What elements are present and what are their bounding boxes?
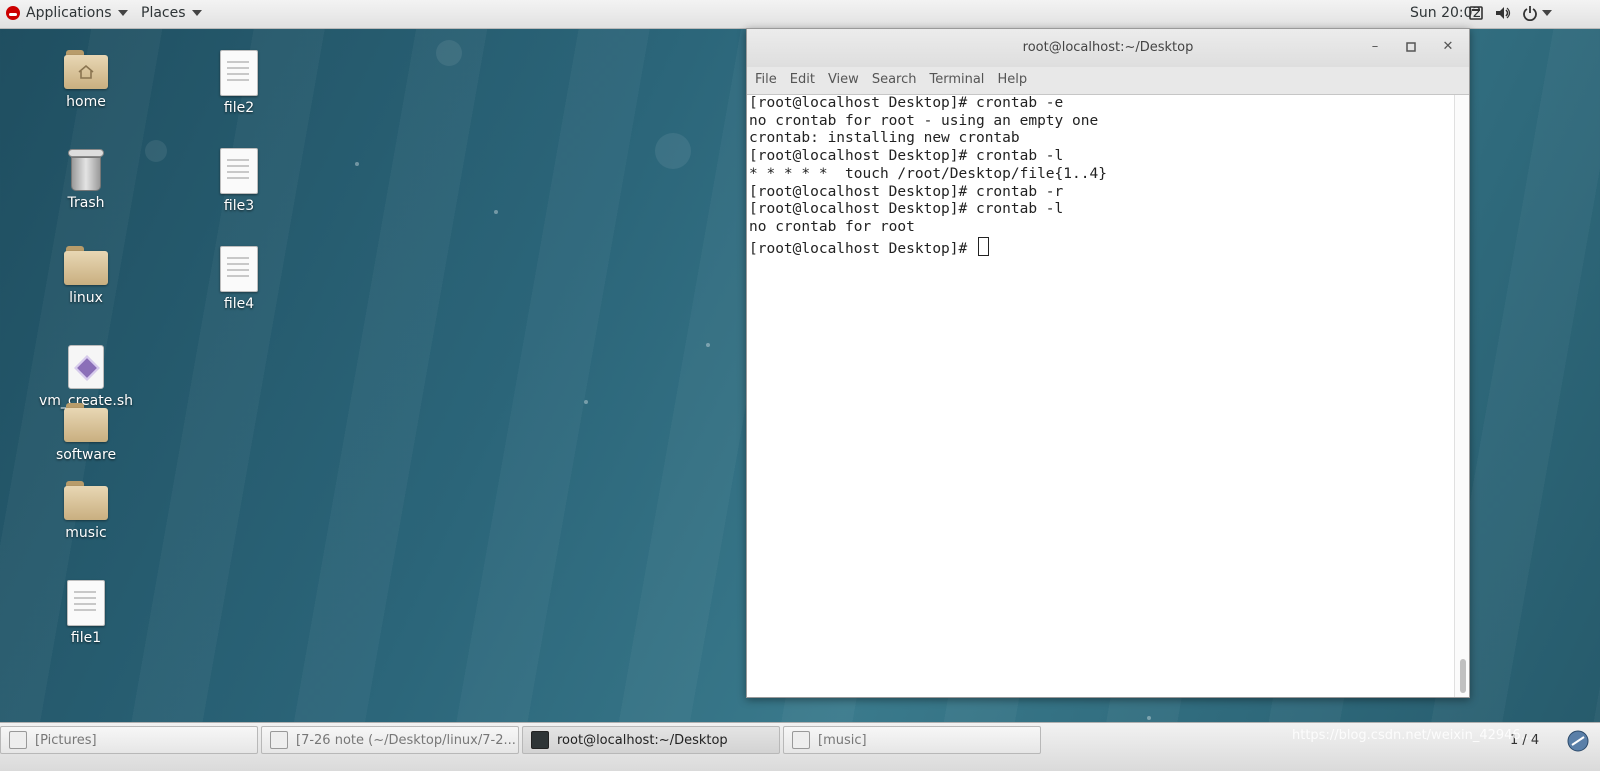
menu-edit[interactable]: Edit — [790, 67, 822, 94]
task-terminal[interactable]: root@localhost:~/Desktop — [522, 726, 780, 754]
window-title: root@localhost:~/Desktop — [1022, 40, 1194, 55]
task-label: [Pictures] — [35, 732, 97, 748]
terminal-line: no crontab for root — [749, 218, 915, 235]
redhat-logo-icon — [6, 6, 20, 20]
wallpaper-bokeh — [655, 133, 691, 169]
document-icon — [220, 50, 258, 96]
document-icon — [220, 246, 258, 292]
applications-menu[interactable]: Applications — [6, 5, 128, 21]
wallpaper-dot — [355, 162, 359, 166]
task-music[interactable]: [music] — [783, 726, 1041, 754]
desktop-icon-label: linux — [69, 290, 103, 306]
applications-label: Applications — [26, 5, 112, 21]
places-label: Places — [141, 5, 186, 21]
wallpaper-bokeh — [436, 40, 462, 66]
task-pictures[interactable]: [Pictures] — [0, 726, 258, 754]
screen-icon[interactable] — [1468, 5, 1484, 21]
folder-icon — [64, 481, 108, 521]
task-label: root@localhost:~/Desktop — [557, 732, 728, 748]
desktop-icon-trash[interactable]: Trash — [36, 147, 136, 211]
terminal-line: [root@localhost Desktop]# crontab -l — [749, 148, 1064, 165]
chevron-down-icon — [1542, 10, 1552, 16]
desktop-icon-label: file3 — [223, 198, 255, 214]
task-label: [music] — [818, 732, 867, 748]
trash-icon — [68, 147, 104, 191]
folder-icon — [64, 403, 108, 443]
power-icon[interactable] — [1522, 5, 1552, 21]
terminal-line: crontab: installing new crontab — [749, 130, 1020, 147]
scrollbar-thumb[interactable] — [1460, 659, 1466, 693]
terminal-icon — [531, 731, 549, 749]
desktop-icon-file3[interactable]: file3 — [189, 148, 289, 214]
desktop-icon-label: file4 — [223, 296, 255, 312]
top-bar: Applications Places Sun 20:02 — [0, 0, 1600, 29]
terminal-line: [root@localhost Desktop]# crontab -l — [749, 201, 1064, 218]
chevron-down-icon — [117, 10, 128, 16]
places-menu[interactable]: Places — [141, 5, 202, 21]
terminal-prompt: [root@localhost Desktop]# — [749, 240, 976, 257]
wallpaper-dot — [494, 210, 498, 214]
wallpaper-dot — [1147, 716, 1151, 720]
desktop-icon-label: file2 — [223, 100, 255, 116]
desktop-icon-file2[interactable]: file2 — [189, 50, 289, 116]
wallpaper-dot — [706, 343, 710, 347]
task-label: [7-26 note (~/Desktop/linux/7-2... — [296, 732, 516, 748]
desktop-icon-linux[interactable]: linux — [36, 246, 136, 306]
wallpaper-bokeh — [145, 140, 167, 162]
terminal-line: * * * * * touch /root/Desktop/file{1..4} — [749, 165, 1107, 182]
close-icon[interactable]: ✕ — [1440, 39, 1456, 55]
text-editor-icon — [270, 731, 288, 749]
menu-help[interactable]: Help — [997, 67, 1034, 94]
menu-terminal[interactable]: Terminal — [929, 67, 991, 94]
desktop-icon-label: Trash — [67, 195, 105, 211]
desktop-icon-vm-create[interactable]: vm_create.sh — [36, 345, 136, 409]
menu-file[interactable]: File — [755, 67, 784, 94]
desktop-icon-label: file1 — [70, 630, 102, 646]
menu-view[interactable]: View — [828, 67, 866, 94]
maximize-icon[interactable] — [1403, 39, 1419, 55]
text-cursor — [977, 236, 989, 256]
window-titlebar[interactable]: root@localhost:~/Desktop – ✕ — [747, 29, 1469, 67]
desktop-icon-music[interactable]: music — [36, 481, 136, 541]
desktop-icon-label: home — [66, 94, 106, 110]
desktop-icon-file1[interactable]: file1 — [36, 580, 136, 646]
folder-icon — [64, 246, 108, 286]
terminal-prompt-line: [root@localhost Desktop]# — [749, 236, 1455, 259]
desktop-icon-label: music — [65, 525, 107, 541]
chevron-down-icon — [191, 10, 202, 16]
document-icon — [220, 148, 258, 194]
minimize-icon[interactable]: – — [1367, 39, 1383, 55]
terminal-line: [root@localhost Desktop]# crontab -r — [749, 183, 1064, 200]
file-manager-icon — [9, 731, 27, 749]
terminal-output[interactable]: [root@localhost Desktop]# crontab -e no c… — [747, 95, 1455, 697]
watermark: https://blog.csdn.net/weixin_42946... — [1292, 728, 1534, 743]
task-note[interactable]: [7-26 note (~/Desktop/linux/7-2... — [261, 726, 519, 754]
desktop-icon-home[interactable]: home — [36, 50, 136, 110]
desktop-icon-file4[interactable]: file4 — [189, 246, 289, 312]
terminal-menubar: File Edit View Search Terminal Help — [747, 67, 1469, 95]
scrollbar[interactable] — [1454, 95, 1469, 697]
menu-search[interactable]: Search — [872, 67, 924, 94]
document-icon — [67, 580, 105, 626]
desktop-icon-software[interactable]: software — [36, 403, 136, 463]
wallpaper-dot — [584, 400, 588, 404]
volume-icon[interactable] — [1494, 5, 1512, 21]
script-file-icon — [68, 345, 104, 389]
terminal-window: root@localhost:~/Desktop – ✕ File Edit V… — [746, 28, 1470, 698]
terminal-line: no crontab for root - using an empty one — [749, 112, 1099, 129]
terminal-line: [root@localhost Desktop]# crontab -e — [749, 95, 1064, 111]
file-manager-icon — [792, 731, 810, 749]
workspace-switcher-icon[interactable] — [1566, 729, 1590, 757]
home-folder-icon — [64, 50, 108, 90]
desktop-icon-label: software — [55, 447, 117, 463]
